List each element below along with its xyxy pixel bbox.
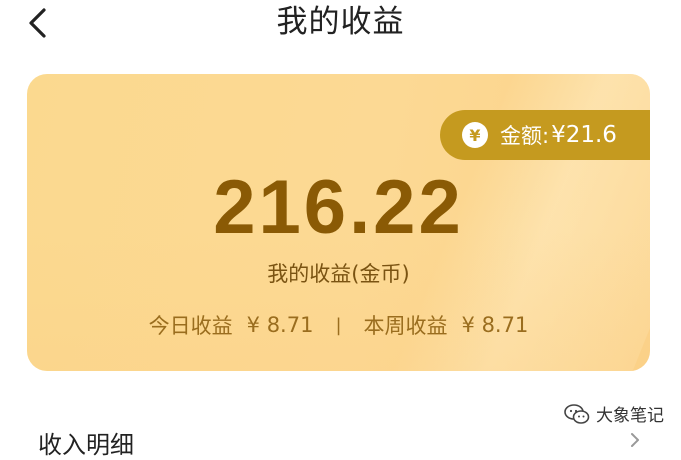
today-earnings-value: ¥ 8.71	[246, 313, 314, 337]
earnings-subtitle: 我的收益(金币)	[267, 262, 410, 286]
card-shade	[27, 231, 650, 371]
earnings-card: ¥ 金额: ¥21.6 216.22 我的收益(金币) 今日收益 ¥ 8.71 …	[27, 74, 650, 371]
watermark-text: 大象笔记	[596, 406, 664, 426]
income-details-title[interactable]: 收入明细	[38, 430, 134, 460]
top-bar: 我的收益	[0, 0, 681, 48]
week-earnings-label: 本周收益	[363, 314, 448, 338]
week-earnings-value: ¥ 8.71	[461, 313, 529, 337]
stats-separator: |	[335, 314, 342, 336]
watermark: 大象笔记	[564, 401, 664, 426]
today-earnings-label: 今日收益	[148, 314, 233, 338]
amount-value: ¥21.6	[551, 122, 617, 148]
chevron-right-icon[interactable]	[627, 432, 643, 448]
wechat-icon	[564, 403, 590, 424]
yen-coin-icon: ¥	[462, 122, 488, 148]
earnings-stats: 今日收益 ¥ 8.71 | 本周收益 ¥ 8.71	[27, 310, 650, 340]
page-title: 我的收益	[276, 4, 405, 40]
total-earnings: 216.22	[213, 165, 464, 250]
amount-badge[interactable]: ¥ 金额: ¥21.6	[440, 110, 650, 160]
amount-label: 金额:	[500, 124, 550, 148]
